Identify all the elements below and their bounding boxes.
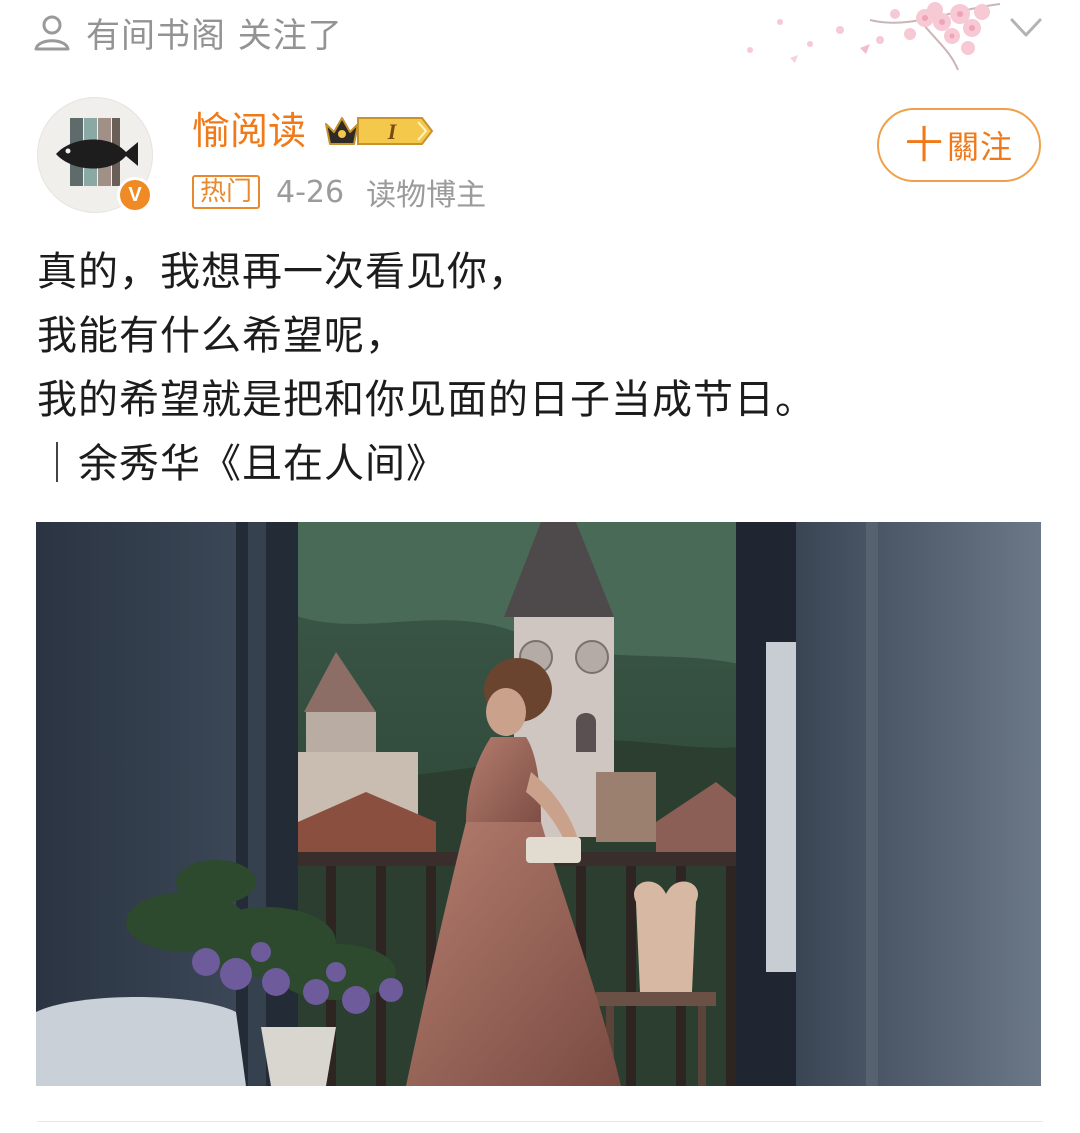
balcony-scene-illustration bbox=[36, 522, 1041, 1086]
author-name[interactable]: 愉阅读 bbox=[192, 106, 306, 156]
card-divider bbox=[37, 1121, 1043, 1122]
vip-level-text: I bbox=[387, 119, 398, 144]
verified-badge-icon: V bbox=[117, 177, 153, 213]
follow-label: 關注 bbox=[947, 128, 1014, 166]
post-line: ｜余秀华《且在人间》 bbox=[37, 441, 447, 487]
post-body: 真的，我想再一次看见你， 我能有什么希望呢， 我的希望就是把和你见面的日子当成节… bbox=[37, 240, 1047, 496]
chevron-down-icon[interactable] bbox=[1006, 10, 1046, 46]
vip-crown-badge-icon: I bbox=[325, 117, 434, 145]
followed-by-row[interactable]: 有间书阁 关注了 bbox=[32, 10, 343, 56]
post-meta-row: 热门 4-26 读物博主 bbox=[192, 170, 486, 214]
post-line: 真的，我想再一次看见你， bbox=[37, 249, 529, 295]
plus-icon: 十 bbox=[904, 123, 943, 167]
author-description: 读物博主 bbox=[366, 178, 487, 213]
post-date: 4-26 bbox=[276, 174, 345, 210]
followed-by-text: 有间书阁 关注了 bbox=[86, 15, 343, 56]
post-line: 我的希望就是把和你见面的日子当成节日。 bbox=[37, 377, 816, 423]
weibo-post-card: 有间书阁 关注了 V 愉阅读 I 热门 4-26 读物博主 十 關注 真的，我想… bbox=[0, 0, 1080, 1133]
post-image[interactable] bbox=[36, 522, 1041, 1086]
post-line: 我能有什么希望呢， bbox=[37, 313, 406, 359]
follow-button[interactable]: 十 關注 bbox=[877, 108, 1041, 182]
hot-tag[interactable]: 热门 bbox=[192, 175, 261, 209]
cherry-blossom-decoration bbox=[747, 2, 1001, 71]
person-icon bbox=[34, 15, 70, 51]
followed-by-header: 有间书阁 关注了 bbox=[0, 0, 1080, 71]
